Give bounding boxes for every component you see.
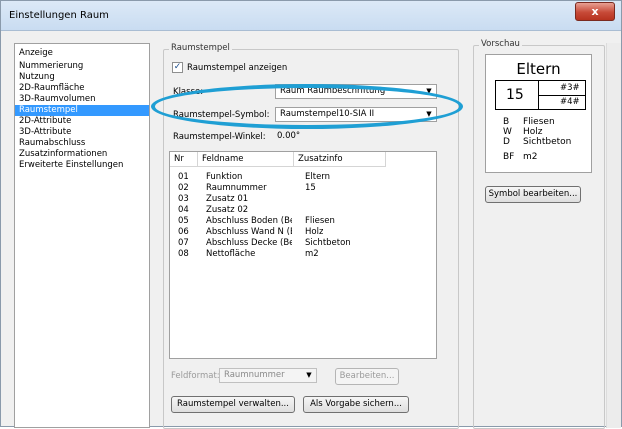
cell-nr: 04 xyxy=(178,205,189,215)
cell-zusatzinfo: 15 xyxy=(305,183,316,193)
raumstempel-group-label: Raumstempel xyxy=(169,43,232,53)
close-button[interactable]: x xyxy=(575,2,615,21)
nav-item-erweiterte-einstellungen[interactable]: Erweiterte Einstellungen xyxy=(15,160,149,171)
show-raumstempel-checkbox[interactable]: ✓ xyxy=(172,62,183,73)
nav-item-2d-raumflaeche[interactable]: 2D-Raumfläche xyxy=(15,83,149,94)
feldformat-dropdown[interactable]: Raumnummer ▼ xyxy=(219,368,317,383)
klasse-value: Raum Raumbeschriftung xyxy=(280,86,386,96)
preview-box-divider-horizontal xyxy=(538,95,585,96)
nav-item-raumabschluss[interactable]: Raumabschluss xyxy=(15,138,149,149)
preview-room-name: Eltern xyxy=(516,60,561,78)
cell-nr: 07 xyxy=(178,238,189,248)
preview-field-4: #4# xyxy=(560,97,580,107)
cell-feldname: Abschluss Boden (Besc xyxy=(206,216,292,226)
cell-feldname: Abschluss Wand N (Be: xyxy=(206,227,292,237)
symbol-bearbeiten-button[interactable]: Symbol bearbeiten... xyxy=(485,186,581,203)
chevron-down-icon: ▼ xyxy=(426,87,432,95)
title-bar: Einstellungen Raum x xyxy=(1,1,621,31)
table-row[interactable]: 06 Abschluss Wand N (Be: Holz xyxy=(170,227,436,238)
feldformat-value: Raumnummer xyxy=(224,370,285,380)
preview-key-b: B xyxy=(503,117,510,127)
cell-feldname: Nettofläche xyxy=(206,249,256,259)
symbol-dropdown[interactable]: Raumstempel10-SIA II ▼ xyxy=(275,107,437,122)
table-row[interactable]: 01 Funktion Eltern xyxy=(170,172,436,183)
winkel-field[interactable]: 0.00° xyxy=(277,129,337,143)
cell-nr: 01 xyxy=(178,172,189,182)
als-vorgabe-sichern-button[interactable]: Als Vorgabe sichern... xyxy=(303,396,409,413)
preview-key-bf: BF xyxy=(503,152,515,162)
klasse-label: Klasse: xyxy=(173,87,204,97)
cell-feldname: Abschluss Decke (Besc xyxy=(206,238,292,248)
nav-item-raumstempel[interactable]: Raumstempel xyxy=(15,105,149,116)
winkel-label: Raumstempel-Winkel: xyxy=(173,132,266,142)
field-table: Nr Feldname Zusatzinfo 01 Funktion Elter… xyxy=(169,151,437,359)
preview-value-bf: m2 xyxy=(523,152,538,162)
preview-key-w: W xyxy=(503,127,512,137)
cell-zusatzinfo: Fliesen xyxy=(305,216,335,226)
preview-key-d: D xyxy=(503,137,510,147)
preview-value-d: Sichtbeton xyxy=(523,137,572,147)
preview-room-number: 15 xyxy=(506,87,524,103)
cell-nr: 03 xyxy=(178,194,189,204)
cell-zusatzinfo: Sichtbeton xyxy=(305,238,351,248)
cell-zusatzinfo: Eltern xyxy=(305,172,331,182)
table-row[interactable]: 02 Raumnummer 15 xyxy=(170,183,436,194)
cell-nr: 08 xyxy=(178,249,189,259)
table-row[interactable]: 08 Nettofläche m2 xyxy=(170,249,436,260)
column-header-feldname[interactable]: Feldname xyxy=(198,152,294,167)
nav-item-3d-attribute[interactable]: 3D-Attribute xyxy=(15,127,149,138)
cell-feldname: Zusatz 02 xyxy=(206,205,249,215)
show-raumstempel-label: Raumstempel anzeigen xyxy=(187,63,288,73)
feldformat-label: Feldformat: xyxy=(171,371,220,381)
cell-zusatzinfo: Holz xyxy=(305,227,324,237)
bearbeiten-button[interactable]: Bearbeiten... xyxy=(335,368,399,385)
symbol-value: Raumstempel10-SIA II xyxy=(280,109,375,119)
cell-feldname: Zusatz 01 xyxy=(206,194,249,204)
room-stamp-preview: Eltern 15 #3# #4# B Fliesen W Holz D Sic… xyxy=(485,54,592,173)
nav-item-anzeige[interactable]: Anzeige xyxy=(15,47,149,61)
nav-item-2d-attribute[interactable]: 2D-Attribute xyxy=(15,116,149,127)
table-row[interactable]: 05 Abschluss Boden (Besc Fliesen xyxy=(170,216,436,227)
cell-nr: 06 xyxy=(178,227,189,237)
nav-item-nummerierung[interactable]: Nummerierung xyxy=(15,61,149,72)
preview-value-w: Holz xyxy=(523,127,543,137)
chevron-down-icon: ▼ xyxy=(306,371,312,379)
nav-item-nutzung[interactable]: Nutzung xyxy=(15,72,149,83)
vorschau-group-label: Vorschau xyxy=(479,39,522,49)
cell-feldname: Raumnummer xyxy=(206,183,267,193)
nav-item-3d-raumvolumen[interactable]: 3D-Raumvolumen xyxy=(15,94,149,105)
raumstempel-verwalten-button[interactable]: Raumstempel verwalten... xyxy=(171,396,295,413)
chevron-down-icon: ▼ xyxy=(426,110,432,118)
settings-dialog: Einstellungen Raum x Anzeige Nummerierun… xyxy=(0,0,622,429)
cell-nr: 05 xyxy=(178,216,189,226)
cell-feldname: Funktion xyxy=(206,172,243,182)
table-row[interactable]: 03 Zusatz 01 xyxy=(170,194,436,205)
table-row[interactable]: 04 Zusatz 02 xyxy=(170,205,436,216)
settings-nav-list: Anzeige Nummerierung Nutzung 2D-Raumfläc… xyxy=(14,43,150,428)
column-header-zusatzinfo[interactable]: Zusatzinfo xyxy=(294,152,386,167)
preview-value-b: Fliesen xyxy=(523,117,555,127)
table-row[interactable]: 07 Abschluss Decke (Besc Sichtbeton xyxy=(170,238,436,249)
preview-field-3: #3# xyxy=(560,83,580,93)
symbol-label: Raumstempel-Symbol: xyxy=(173,110,270,120)
cell-zusatzinfo: m2 xyxy=(305,249,319,259)
cell-nr: 02 xyxy=(178,183,189,193)
klasse-dropdown[interactable]: Raum Raumbeschriftung ▼ xyxy=(275,84,437,99)
dialog-scrollbar[interactable] xyxy=(606,43,621,428)
preview-number-box: 15 #3# #4# xyxy=(495,80,586,110)
column-header-nr[interactable]: Nr xyxy=(170,152,198,167)
nav-item-zusatzinformationen[interactable]: Zusatzinformationen xyxy=(15,149,149,160)
window-title: Einstellungen Raum xyxy=(9,10,109,21)
